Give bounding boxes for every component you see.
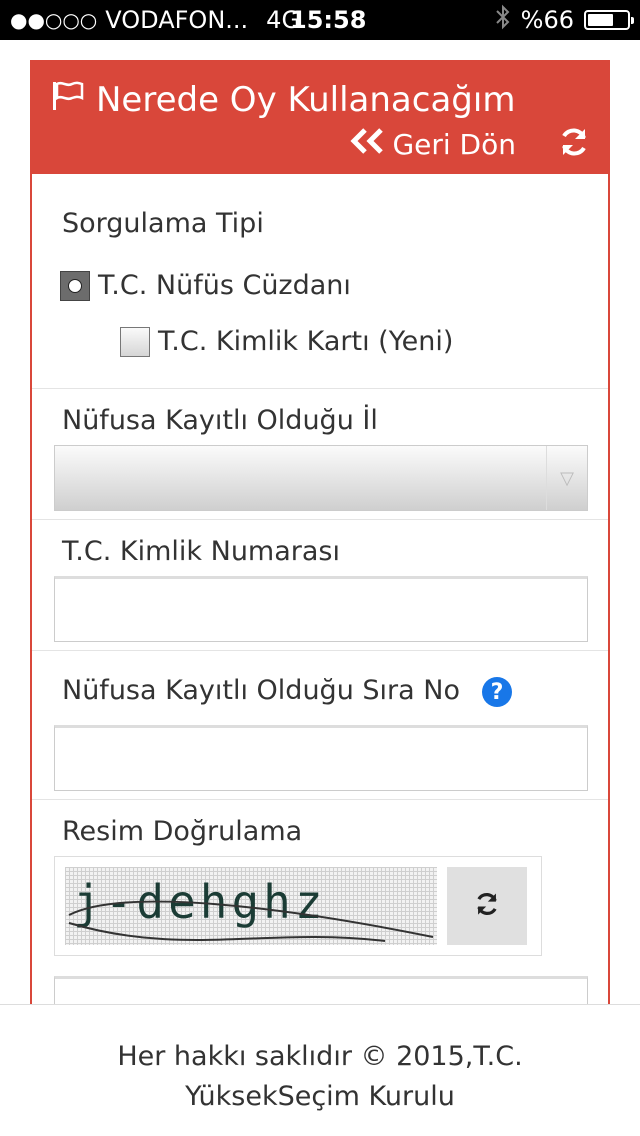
footer-copyright-line1: Her hakkı saklıdır © 2015,T.C. (117, 1041, 523, 1072)
refresh-icon (558, 128, 590, 162)
footer-copyright-line2: YüksekSeçim Kurulu (185, 1081, 455, 1112)
tc-number-input[interactable] (54, 576, 588, 642)
province-select[interactable]: ▽ (54, 445, 588, 511)
clock: 15:58 (290, 6, 367, 34)
double-chevron-left-icon (348, 128, 386, 161)
province-label: Nüfusa Kayıtlı Olduğu İl (62, 405, 378, 436)
panel-title-text: Nerede Oy Kullanacağım (96, 80, 516, 120)
panel-title: Nerede Oy Kullanacağım (52, 80, 515, 120)
panel-header: Nerede Oy Kullanacağım Geri Dön (32, 62, 608, 174)
query-type-section: Sorgulama Tipi T.C. Nüfüs Cüzdanı T.C. K… (32, 174, 608, 389)
footer: Her hakkı saklıdır © 2015,T.C. YüksekSeç… (0, 1004, 640, 1136)
refresh-icon (474, 891, 500, 921)
captcha-image: j-dehghz (65, 867, 437, 945)
radio-option-label: T.C. Nüfüs Cüzdanı (98, 270, 351, 301)
captcha-refresh-button[interactable] (447, 867, 527, 945)
flag-icon (52, 80, 84, 120)
signal-strength: ●●○○○ (10, 8, 98, 32)
refresh-button[interactable] (558, 126, 590, 162)
radio-option-label: T.C. Kimlik Kartı (Yeni) (158, 326, 454, 357)
status-bar: ●●○○○ VODAFON... 4G 15:58 %66 (0, 0, 640, 40)
captcha-container: j-dehghz (54, 856, 542, 956)
tc-number-section: T.C. Kimlik Numarası (32, 520, 608, 651)
back-label: Geri Dön (392, 128, 516, 161)
carrier-name: VODAFON... (105, 6, 249, 34)
battery-percent: %66 (520, 6, 574, 34)
query-panel: Nerede Oy Kullanacağım Geri Dön Sorgulam… (30, 60, 610, 1010)
query-type-label: Sorgulama Tipi (62, 208, 264, 239)
sequence-no-input[interactable] (54, 725, 588, 791)
province-section: Nüfusa Kayıtlı Olduğu İl ▽ (32, 389, 608, 520)
chevron-down-icon: ▽ (546, 446, 587, 510)
radio-unchecked-indicator[interactable] (120, 326, 150, 357)
captcha-label: Resim Doğrulama (62, 816, 303, 847)
tc-number-label: T.C. Kimlik Numarası (62, 536, 340, 567)
battery-icon (584, 10, 634, 30)
bluetooth-icon (495, 4, 511, 36)
radio-checked-indicator[interactable] (60, 270, 90, 301)
sequence-no-section: Nüfusa Kayıtlı Olduğu Sıra No ? (32, 651, 608, 800)
captcha-section: Resim Doğrulama j-dehghz (32, 800, 608, 1010)
sequence-no-label: Nüfusa Kayıtlı Olduğu Sıra No (62, 675, 460, 706)
radio-kimlik-karti[interactable]: T.C. Kimlik Kartı (Yeni) (120, 326, 453, 357)
radio-nufus-cuzdani[interactable]: T.C. Nüfüs Cüzdanı (60, 270, 351, 301)
back-button[interactable]: Geri Dön (348, 128, 516, 161)
question-icon[interactable]: ? (482, 677, 512, 707)
